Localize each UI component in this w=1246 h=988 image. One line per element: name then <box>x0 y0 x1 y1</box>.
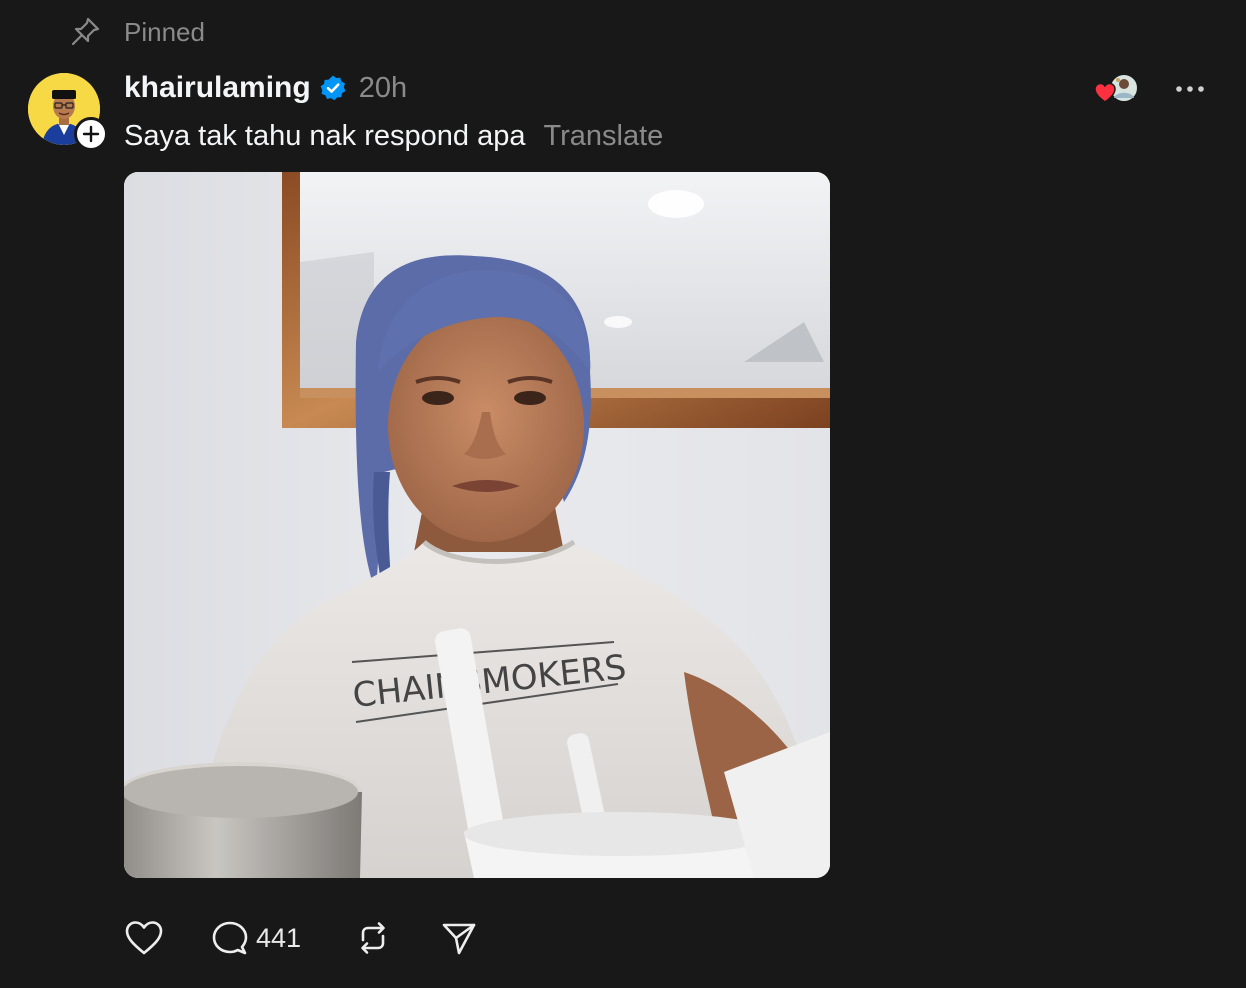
more-options-button[interactable] <box>1170 72 1210 106</box>
pinned-indicator: Pinned <box>68 12 205 52</box>
plus-icon <box>82 125 100 143</box>
reply-button[interactable]: 441 <box>212 920 301 956</box>
comment-icon <box>212 921 248 955</box>
pinned-label: Pinned <box>124 16 205 47</box>
follow-button[interactable] <box>74 117 108 151</box>
liked-by-avatars[interactable] <box>1094 72 1140 106</box>
thread-post: Pinned khairulaming 20h Saya tak tahu na… <box>0 0 1246 988</box>
heart-reaction-icon <box>1094 82 1116 103</box>
post-text: Saya tak tahu nak respond apa <box>124 119 526 152</box>
send-icon <box>442 923 476 955</box>
post-image[interactable]: CHAINSMOKERS <box>124 172 830 878</box>
verified-badge-icon <box>319 74 347 102</box>
pin-icon <box>68 15 102 49</box>
post-header: khairulaming 20h <box>124 68 407 108</box>
post-body: Saya tak tahu nak respond apa Translate <box>124 116 663 156</box>
like-button[interactable] <box>124 919 166 957</box>
heart-icon <box>125 921 163 955</box>
share-button[interactable] <box>441 920 477 956</box>
repost-button[interactable] <box>355 920 391 956</box>
translate-link[interactable]: Translate <box>543 120 663 153</box>
author-avatar-container[interactable] <box>28 73 108 151</box>
post-actions: 441 <box>124 914 477 962</box>
reply-count: 441 <box>256 922 302 953</box>
repost-icon <box>361 922 385 954</box>
post-timestamp[interactable]: 20h <box>359 72 407 105</box>
author-username[interactable]: khairulaming <box>124 71 311 105</box>
more-icon <box>1176 86 1204 92</box>
